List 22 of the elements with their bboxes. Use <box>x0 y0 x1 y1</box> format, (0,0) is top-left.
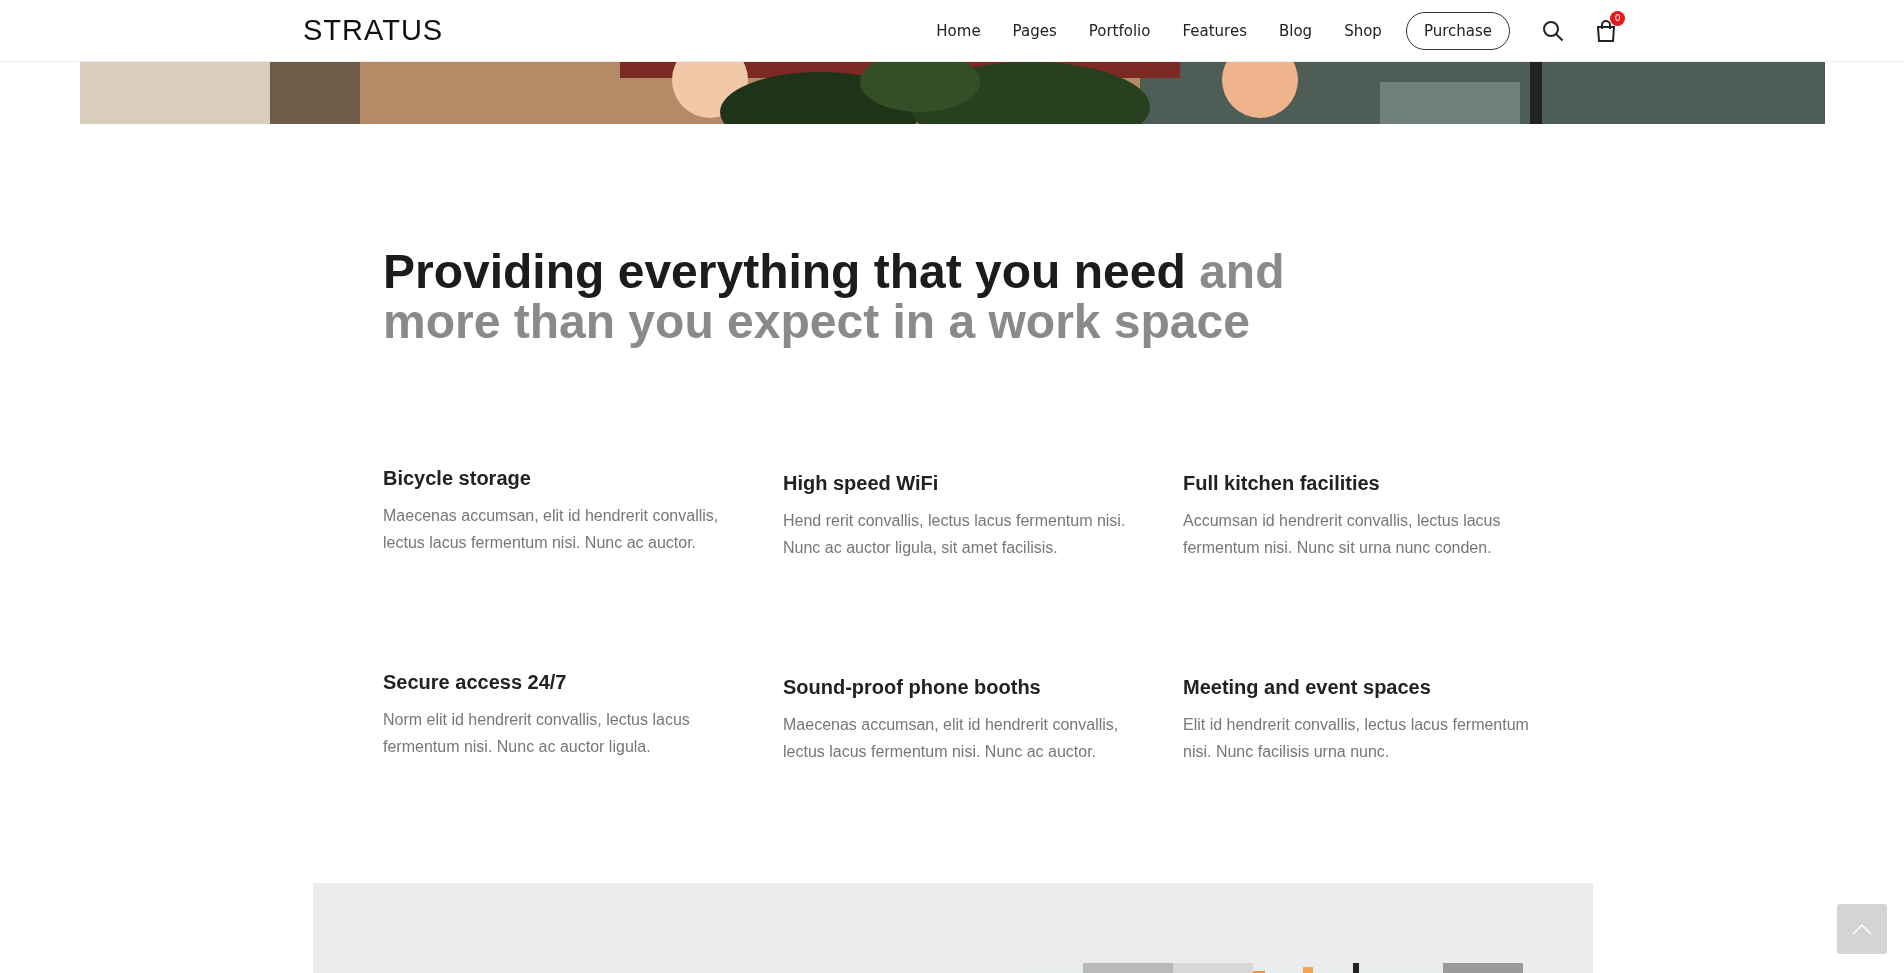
feature-title: Secure access 24/7 <box>383 671 568 694</box>
feature-title: High speed WiFi <box>783 472 940 495</box>
section-heading: Providing everything that you need and more than you expect in a work space <box>383 247 1286 347</box>
feature-description: Hend rerit convallis, lectus lacus fermentum nisi. Nunc ac auctor ligula, sit amet facilisis. <box>783 511 1127 558</box>
nav-link[interactable]: Home <box>936 21 981 40</box>
nav-link[interactable]: Features <box>1182 21 1247 40</box>
feature-title: Meeting and event spaces <box>1183 676 1432 699</box>
nav-link[interactable]: Shop <box>1344 21 1382 40</box>
feature-title: Sound-proof phone booths <box>783 676 1042 699</box>
nav-link[interactable]: Blog <box>1278 21 1313 40</box>
feature-description: Elit id hendrerit convallis, lectus lacus fermentum nisi. Nunc facilisis urna nunc. <box>1183 715 1530 762</box>
logo[interactable]: STRATUS <box>303 14 444 47</box>
purchase-button[interactable]: Purchase <box>1405 11 1510 50</box>
cart-count-badge: 0 <box>1610 10 1625 26</box>
feature-title: Full kitchen facilities <box>1183 472 1381 495</box>
nav-link[interactable]: Portfolio <box>1088 21 1151 40</box>
feature-title: Bicycle storage <box>383 467 532 490</box>
feature-description: Norm elit id hendrerit convallis, lectus lacus fermentum nisi. Nunc ac auctor ligula. <box>383 710 691 757</box>
feature-description: Accumsan id hendrerit convallis, lectus lacus fermentum nisi. Nunc sit urna nunc conden. <box>1183 511 1502 558</box>
feature-description: Maecenas accumsan, elit id hendrerit convallis, lectus lacus fermentum nisi. Nunc ac auctor. <box>383 506 720 553</box>
feature-description: Maecenas accumsan, elit id hendrerit convallis, lectus lacus fermentum nisi. Nunc ac auctor. <box>783 715 1120 762</box>
nav-link[interactable]: Pages <box>1012 21 1057 40</box>
